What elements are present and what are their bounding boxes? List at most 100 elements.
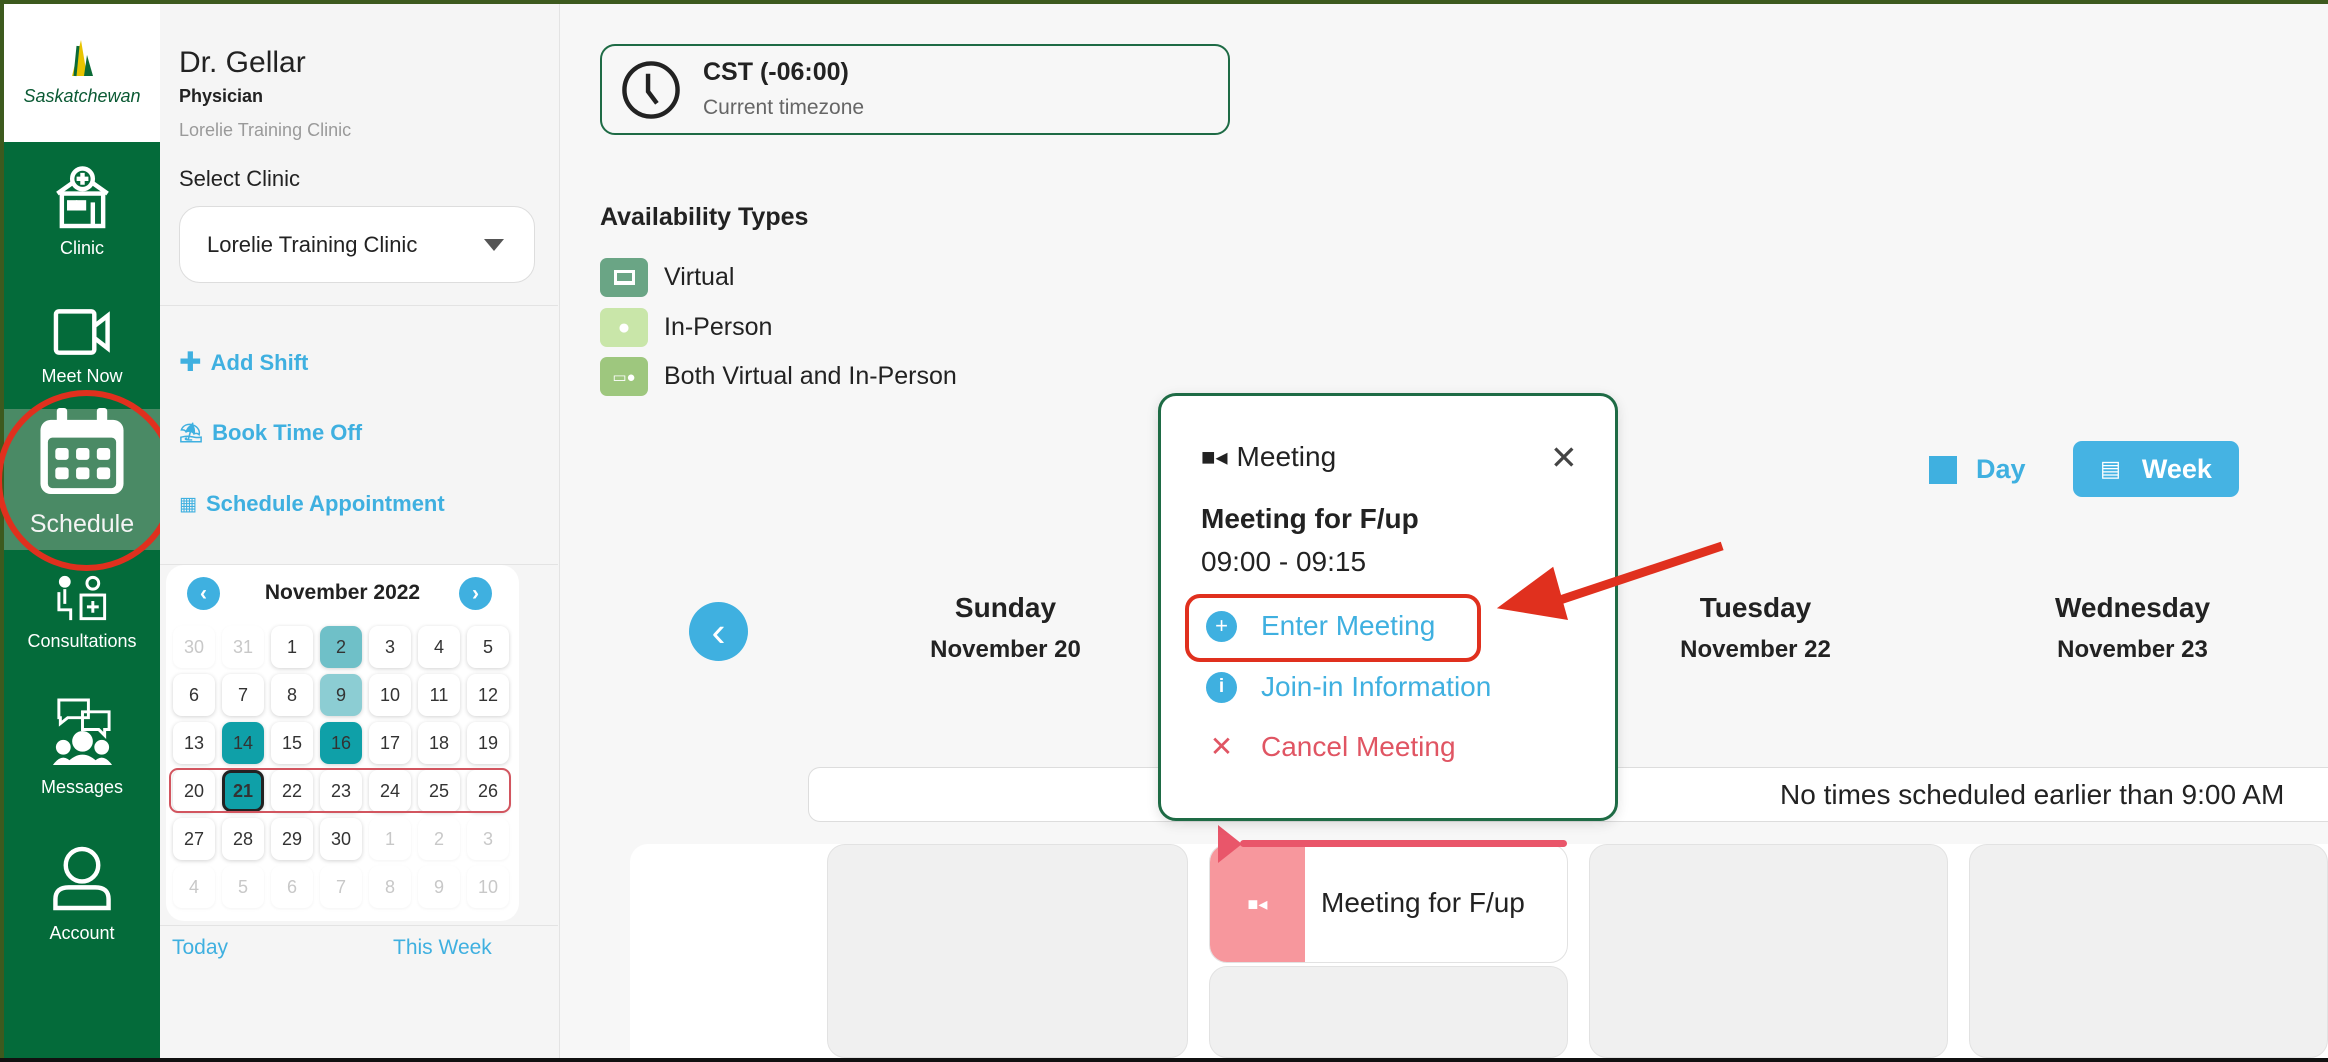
add-shift-button[interactable]: ✚ Add Shift <box>179 347 308 378</box>
calendar-day[interactable]: 1 <box>271 626 313 668</box>
availability-title: Availability Types <box>600 203 809 231</box>
calendar-day[interactable]: 11 <box>418 674 460 716</box>
popup-type-label: Meeting <box>1236 441 1337 472</box>
calendar-day[interactable]: 19 <box>467 722 509 764</box>
calendar-day[interactable]: 1 <box>369 818 411 860</box>
nav-item-account[interactable]: Account <box>4 846 160 944</box>
calendar-day[interactable]: 18 <box>418 722 460 764</box>
clinic-select[interactable]: Lorelie Training Clinic <box>179 206 535 283</box>
calendar-day[interactable]: 6 <box>173 674 215 716</box>
next-month-button[interactable]: › <box>459 577 492 610</box>
today-link[interactable]: Today <box>172 936 228 960</box>
logo-text: Saskatchewan <box>23 86 141 106</box>
chevron-down-icon <box>484 239 504 251</box>
calendar-day[interactable]: 2 <box>320 626 362 668</box>
app-window: Saskatchewan Clinic Meet Now Schedule Co… <box>0 0 2328 1062</box>
calendar-day[interactable]: 9 <box>418 866 460 908</box>
prev-week-button[interactable]: ‹ <box>689 602 748 661</box>
clinic-icon <box>55 166 109 229</box>
calendar-day[interactable]: 9 <box>320 674 362 716</box>
day-label: Day <box>1976 454 2026 484</box>
calendar-day[interactable]: 4 <box>173 866 215 908</box>
annotation-box <box>1185 594 1481 662</box>
week-label: Week <box>2141 453 2212 484</box>
calendar-day[interactable]: 16 <box>320 722 362 764</box>
schedule-panel: Dr. Gellar Physician Lorelie Training Cl… <box>160 4 560 1058</box>
current-time-marker <box>1218 825 1242 863</box>
calendar-day[interactable]: 30 <box>320 818 362 860</box>
nav-item-clinic[interactable]: Clinic <box>4 164 160 259</box>
banner-text: No times scheduled earlier than 9:00 AM <box>1780 779 2285 810</box>
join-info-button[interactable]: i Join-in Information <box>1206 671 1491 703</box>
meeting-event-title: Meeting for F/up <box>1321 887 1525 918</box>
this-week-link[interactable]: This Week <box>393 936 492 960</box>
calendar-day[interactable]: 28 <box>222 818 264 860</box>
cancel-meeting-label: Cancel Meeting <box>1261 730 1456 762</box>
video-camera-icon <box>53 309 110 355</box>
legend-label: Both Virtual and In-Person <box>664 362 957 390</box>
calendar-day[interactable]: 3 <box>467 818 509 860</box>
select-clinic-label: Select Clinic <box>179 166 301 191</box>
current-time-line <box>1240 840 1567 847</box>
calendar-day[interactable]: 6 <box>271 866 313 908</box>
day-square-icon <box>1929 455 1957 484</box>
slot-tuesday[interactable] <box>1589 844 1948 1058</box>
calendar-day[interactable]: 12 <box>467 674 509 716</box>
calendar-day[interactable]: 3 <box>369 626 411 668</box>
divider <box>160 925 558 926</box>
nav-item-consultations[interactable]: Consultations <box>4 574 160 652</box>
close-icon[interactable]: ✕ <box>1550 438 1578 477</box>
day-name: Wednesday <box>2054 592 2211 623</box>
slot-wednesday[interactable] <box>1969 844 2328 1058</box>
calendar-day[interactable]: 4 <box>418 626 460 668</box>
logo[interactable]: Saskatchewan <box>4 4 160 142</box>
calendar-day[interactable]: 7 <box>222 674 264 716</box>
calendar-day[interactable]: 14 <box>222 722 264 764</box>
week-view-button[interactable]: ▤ Week <box>2073 441 2239 497</box>
calendar-day[interactable]: 8 <box>271 674 313 716</box>
calendar-day[interactable]: 27 <box>173 818 215 860</box>
annotation-circle <box>0 390 177 571</box>
doctor-clinic: Lorelie Training Clinic <box>179 120 352 140</box>
join-info-label: Join-in Information <box>1261 671 1492 702</box>
calendar-day[interactable]: 17 <box>369 722 411 764</box>
wheat-logo-icon <box>71 40 93 77</box>
annotation-arrow <box>1496 541 1724 621</box>
nav-item-meet-now[interactable]: Meet Now <box>4 308 160 387</box>
legend-in-person: ● In-Person <box>600 308 772 347</box>
plus-icon: ✚ <box>179 347 202 377</box>
calendar-day[interactable]: 31 <box>222 626 264 668</box>
calendar-day[interactable]: 30 <box>173 626 215 668</box>
nav-label: Consultations <box>27 631 137 651</box>
add-shift-label: Add Shift <box>210 349 309 375</box>
day-view-button[interactable]: Day <box>1929 454 2026 485</box>
calendar-day[interactable]: 5 <box>467 626 509 668</box>
nav-item-messages[interactable]: Messages <box>4 697 160 798</box>
nav-label: Account <box>49 923 115 943</box>
doctor-role: Physician <box>179 86 264 106</box>
slot-sunday[interactable] <box>827 844 1188 1058</box>
calendar-day[interactable]: 10 <box>369 674 411 716</box>
slot-monday[interactable] <box>1209 966 1568 1058</box>
book-time-off-button[interactable]: ⛱ Book Time Off <box>179 420 362 446</box>
meeting-event[interactable]: ■◂ Meeting for F/up <box>1209 844 1568 963</box>
calendar-day[interactable]: 15 <box>271 722 313 764</box>
cancel-meeting-button[interactable]: ✕ Cancel Meeting <box>1206 730 1456 763</box>
calendar-day[interactable]: 7 <box>320 866 362 908</box>
calendar-day[interactable]: 13 <box>173 722 215 764</box>
timezone-card: CST (-06:00) Current timezone <box>600 44 1230 135</box>
info-icon: i <box>1206 671 1237 703</box>
popup-time: 09:00 - 09:15 <box>1201 546 1367 577</box>
calendar-day[interactable]: 29 <box>271 818 313 860</box>
calendar-small-icon: ▦ <box>179 493 197 515</box>
popup-type: ■◂ Meeting <box>1201 441 1336 473</box>
schedule-appointment-button[interactable]: ▦ Schedule Appointment <box>179 491 445 517</box>
calendar-day[interactable]: 2 <box>418 818 460 860</box>
calendar-day[interactable]: 8 <box>369 866 411 908</box>
calendar-day[interactable]: 10 <box>467 866 509 908</box>
person-icon: ● <box>600 308 648 347</box>
timezone-name: CST (-06:00) <box>703 58 849 86</box>
calendar-day[interactable]: 5 <box>222 866 264 908</box>
x-icon: ✕ <box>1209 731 1234 762</box>
clinic-select-value: Lorelie Training Clinic <box>207 231 418 257</box>
